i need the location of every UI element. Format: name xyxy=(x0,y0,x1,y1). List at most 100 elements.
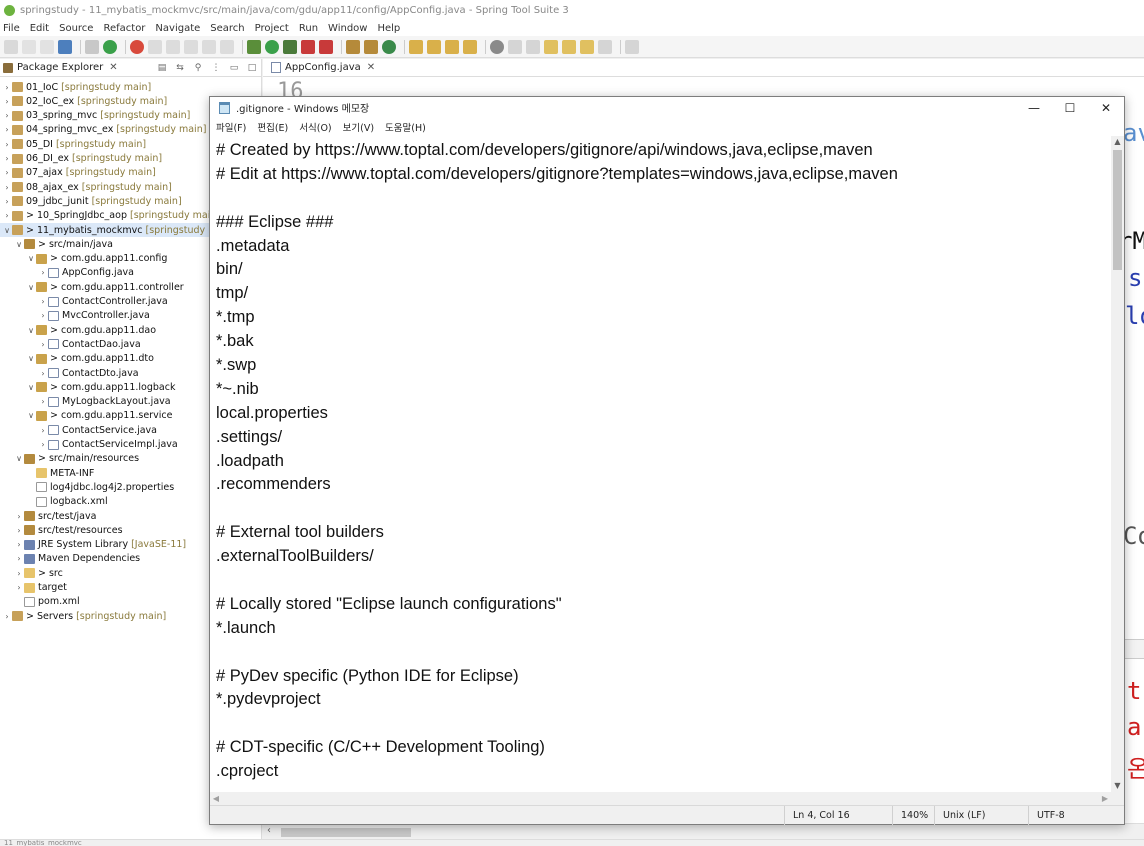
chevron-right-icon[interactable]: › xyxy=(38,340,48,349)
scroll-left-icon[interactable]: ◀ xyxy=(210,792,222,805)
chevron-down-icon[interactable]: ∨ xyxy=(14,454,24,463)
chevron-right-icon[interactable]: › xyxy=(38,297,48,306)
chevron-right-icon[interactable]: › xyxy=(14,526,24,535)
open-folder-icon[interactable] xyxy=(463,39,477,54)
skip-breakpoints-icon[interactable] xyxy=(85,39,99,54)
chevron-right-icon[interactable]: › xyxy=(38,426,48,435)
search-icon[interactable] xyxy=(445,39,459,54)
chevron-right-icon[interactable]: › xyxy=(38,268,48,277)
chevron-right-icon[interactable]: › xyxy=(2,183,12,192)
chevron-down-icon[interactable]: ∨ xyxy=(14,240,24,249)
chevron-right-icon[interactable]: › xyxy=(14,540,24,549)
menu-project[interactable]: Project xyxy=(255,23,289,34)
last-edit-icon[interactable] xyxy=(544,39,558,54)
chevron-down-icon[interactable]: ∨ xyxy=(2,226,12,235)
scroll-up-icon[interactable]: ▲ xyxy=(1111,136,1124,148)
menu-refactor[interactable]: Refactor xyxy=(103,23,145,34)
notepad-vertical-scrollbar[interactable]: ▲ ▼ xyxy=(1111,136,1124,792)
chevron-right-icon[interactable]: › xyxy=(38,440,48,449)
chevron-right-icon[interactable]: › xyxy=(14,512,24,521)
menu-format[interactable]: 서식(O) xyxy=(299,120,331,134)
chevron-right-icon[interactable]: › xyxy=(2,97,12,106)
editor-tab-appconfig[interactable]: AppConfig.java ✕ xyxy=(271,62,375,73)
chevron-right-icon[interactable]: › xyxy=(38,397,48,406)
chevron-right-icon[interactable]: › xyxy=(2,83,12,92)
back-icon[interactable] xyxy=(562,39,576,54)
chevron-right-icon[interactable]: › xyxy=(2,125,12,134)
menu-window[interactable]: Window xyxy=(328,23,367,34)
forward-icon[interactable] xyxy=(580,39,594,54)
chevron-right-icon[interactable]: › xyxy=(14,583,24,592)
chevron-down-icon[interactable]: ∨ xyxy=(26,354,36,363)
open-type-icon[interactable] xyxy=(409,39,423,54)
annotation-prev-icon[interactable] xyxy=(526,39,540,54)
new-package-icon[interactable] xyxy=(364,39,378,54)
chevron-right-icon[interactable]: › xyxy=(2,111,12,120)
toggle-icon[interactable] xyxy=(202,39,216,54)
link-editor-icon[interactable]: ⇆ xyxy=(175,63,185,73)
menu-edit[interactable]: Edit xyxy=(30,23,49,34)
filter-icon[interactable]: ⚲ xyxy=(193,63,203,73)
new-java-project-icon[interactable] xyxy=(346,39,360,54)
view-menu-icon[interactable]: ⋮ xyxy=(211,63,221,73)
chevron-right-icon[interactable]: › xyxy=(2,612,12,621)
menu-help[interactable]: 도움말(H) xyxy=(385,120,426,134)
menu-help[interactable]: Help xyxy=(377,23,400,34)
chevron-down-icon[interactable]: ∨ xyxy=(26,254,36,263)
chevron-down-icon[interactable]: ∨ xyxy=(26,383,36,392)
annotation-next-icon[interactable] xyxy=(508,39,522,54)
nav-arrow-icon[interactable] xyxy=(598,39,612,54)
chevron-right-icon[interactable]: › xyxy=(14,554,24,563)
new-class-icon[interactable] xyxy=(382,39,396,54)
notepad-horizontal-scrollbar[interactable]: ◀ ▶ xyxy=(210,792,1111,805)
menu-source[interactable]: Source xyxy=(59,23,93,34)
editor-horizontal-scrollbar[interactable]: ‹ xyxy=(263,823,1144,839)
notepad-text-area[interactable]: # Created by https://www.toptal.com/deve… xyxy=(210,136,1111,792)
menu-edit[interactable]: 편집(E) xyxy=(257,120,288,134)
terminal-icon[interactable] xyxy=(58,39,72,54)
chevron-right-icon[interactable]: › xyxy=(2,140,12,149)
menu-navigate[interactable]: Navigate xyxy=(155,23,200,34)
spring-boot-icon[interactable] xyxy=(103,39,117,54)
close-icon[interactable]: ✕ xyxy=(109,62,117,73)
save-icon[interactable] xyxy=(22,39,36,54)
new-icon[interactable] xyxy=(4,39,18,54)
maximize-icon[interactable]: □ xyxy=(247,63,257,73)
notepad-title-bar[interactable]: .gitignore - Windows 메모장 — ☐ ✕ xyxy=(210,97,1124,118)
chevron-right-icon[interactable]: › xyxy=(2,197,12,206)
globe-icon[interactable] xyxy=(490,39,504,54)
tree-item-project[interactable]: › 01_IoC [springstudy main] xyxy=(0,80,262,94)
maximize-button[interactable]: ☐ xyxy=(1052,97,1088,118)
chevron-down-icon[interactable]: ∨ xyxy=(26,326,36,335)
minimize-button[interactable]: — xyxy=(1016,97,1052,118)
chevron-down-icon[interactable]: ∨ xyxy=(26,411,36,420)
open-perspective-icon[interactable] xyxy=(625,39,639,54)
pin-icon[interactable] xyxy=(148,39,162,54)
format-icon[interactable] xyxy=(184,39,198,54)
spring-dashboard-icon[interactable] xyxy=(130,39,144,54)
minimize-icon[interactable]: ▭ xyxy=(229,63,239,73)
chevron-right-icon[interactable]: › xyxy=(2,211,12,220)
close-button[interactable]: ✕ xyxy=(1088,97,1124,118)
coverage-icon[interactable] xyxy=(283,39,297,54)
menu-file[interactable]: File xyxy=(3,23,20,34)
menu-search[interactable]: Search xyxy=(210,23,244,34)
stop-icon[interactable] xyxy=(301,39,315,54)
scroll-down-icon[interactable]: ▼ xyxy=(1111,780,1124,792)
chevron-right-icon[interactable]: › xyxy=(38,369,48,378)
debug-icon[interactable] xyxy=(247,39,261,54)
chevron-down-icon[interactable]: ∨ xyxy=(26,283,36,292)
chevron-right-icon[interactable]: › xyxy=(2,154,12,163)
scroll-thumb[interactable] xyxy=(1113,150,1122,270)
chevron-right-icon[interactable]: › xyxy=(14,569,24,578)
collapse-all-icon[interactable]: ▤ xyxy=(157,63,167,73)
external-tools-icon[interactable] xyxy=(319,39,333,54)
package-explorer-tab[interactable]: Package Explorer ✕ xyxy=(3,62,118,73)
open-task-icon[interactable] xyxy=(427,39,441,54)
save-all-icon[interactable] xyxy=(40,39,54,54)
menu-view[interactable]: 보기(V) xyxy=(343,120,374,134)
scroll-thumb[interactable] xyxy=(281,828,411,837)
menu-file[interactable]: 파일(F) xyxy=(216,120,246,134)
scroll-right-icon[interactable]: ▶ xyxy=(1099,792,1111,805)
marker-icon[interactable] xyxy=(166,39,180,54)
